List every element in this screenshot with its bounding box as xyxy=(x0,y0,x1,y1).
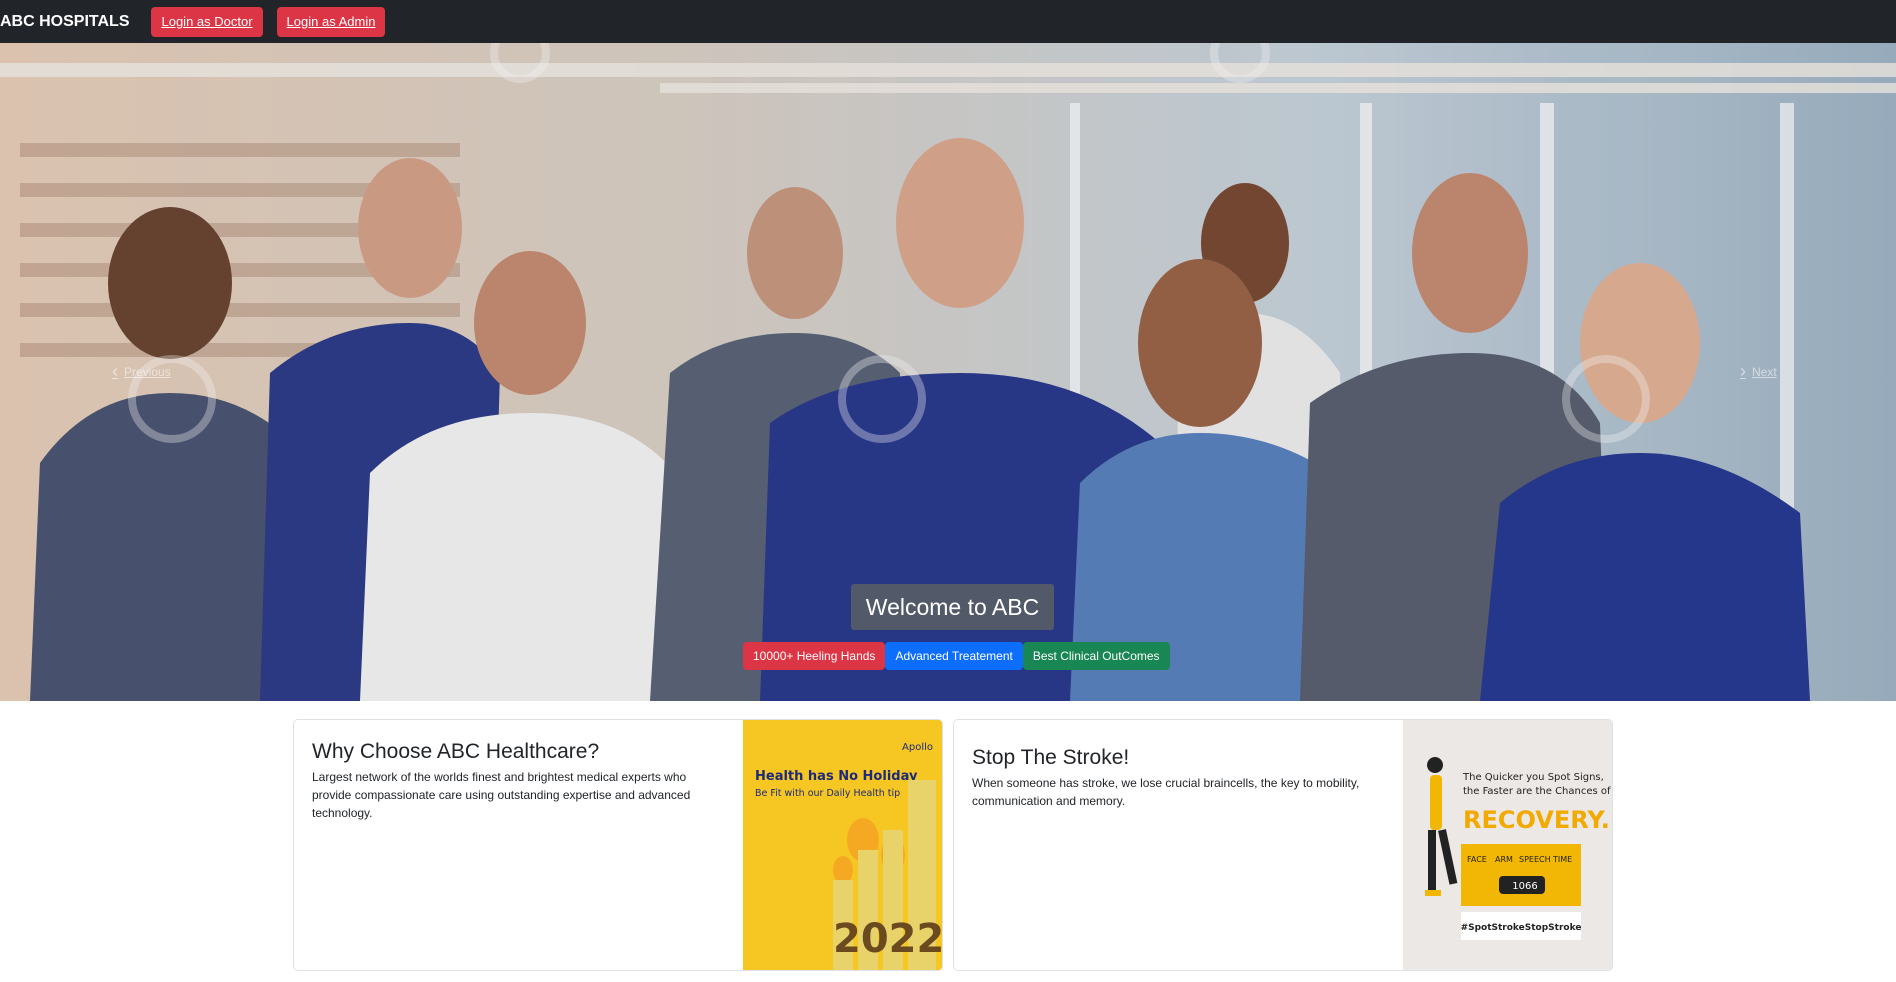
card-why-choose: Why Choose ABC Healthcare? Largest netwo… xyxy=(293,719,943,971)
card-body: Why Choose ABC Healthcare? Largest netwo… xyxy=(312,740,712,822)
chevron-right-icon: › xyxy=(1740,361,1746,381)
card-image-stroke-recovery: The Quicker you Spot Signs, the Faster a… xyxy=(1403,720,1612,970)
chevron-left-icon: ‹ xyxy=(112,361,118,381)
image-headline: Health has No Holiday xyxy=(755,769,918,784)
badge-clinical-outcomes: Best Clinical OutComes xyxy=(1022,642,1170,670)
hero-carousel: ‹ Previous › Next Welcome to ABC 10000+ … xyxy=(0,43,1896,701)
badge-advanced-treatment: Advanced Treatement xyxy=(885,642,1023,670)
card-title: Stop The Stroke! xyxy=(972,746,1130,769)
image-year: 2022 xyxy=(833,916,943,962)
carousel-next-label: Next xyxy=(1752,364,1777,379)
apollo-brand: Apollo xyxy=(902,742,933,753)
carousel-next-button[interactable]: › Next xyxy=(1740,361,1777,382)
navbar: ABC HOSPITALS Login as Doctor Login as A… xyxy=(0,0,1896,43)
image-line2: the Faster are the Chances of xyxy=(1463,786,1611,797)
carousel-caption-title: Welcome to ABC xyxy=(851,584,1054,630)
card-stop-stroke: Stop The Stroke! When someone has stroke… xyxy=(953,719,1613,971)
login-doctor-button[interactable]: Login as Doctor xyxy=(151,6,263,37)
sign-speech: SPEECH xyxy=(1519,855,1551,864)
card-image-health-tip: Apollo Health has No Holiday Be Fit with… xyxy=(743,720,943,970)
image-recovery: RECOVERY. xyxy=(1463,806,1610,834)
card-text: Largest network of the worlds finest and… xyxy=(312,770,691,820)
brand-logo-text[interactable]: ABC HOSPITALS xyxy=(0,13,129,31)
login-admin-button[interactable]: Login as Admin xyxy=(276,6,386,37)
sign-face: FACE xyxy=(1467,855,1487,864)
image-subline: Be Fit with our Daily Health tip xyxy=(755,788,900,799)
carousel-badges: 10000+ Heeling Hands Advanced Treatement… xyxy=(743,642,1170,670)
sign-time: TIME xyxy=(1552,855,1572,864)
card-text: When someone has stroke, we lose crucial… xyxy=(972,776,1360,808)
card-body: Stop The Stroke! When someone has stroke… xyxy=(972,746,1382,810)
badge-healing-hands: 10000+ Heeling Hands xyxy=(743,642,886,670)
carousel-prev-button[interactable]: ‹ Previous xyxy=(112,361,171,382)
carousel-prev-label: Previous xyxy=(124,364,171,379)
card-title: Why Choose ABC Healthcare? xyxy=(312,740,600,763)
image-phone: 1066 xyxy=(1512,881,1537,892)
image-hashtag: #SpotStrokeStopStroke xyxy=(1461,923,1582,933)
sign-arm: ARM xyxy=(1495,855,1513,864)
image-line1: The Quicker you Spot Signs, xyxy=(1462,772,1604,783)
